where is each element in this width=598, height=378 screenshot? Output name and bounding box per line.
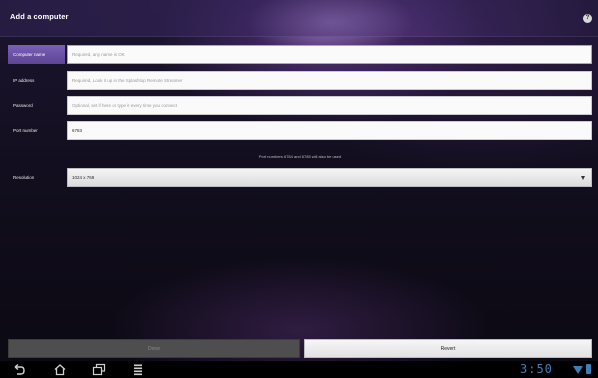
password-label: Password <box>13 103 33 108</box>
page-title: Add a computer <box>10 12 69 21</box>
computer-name-row: Computer name Required, any name is OK <box>8 45 592 64</box>
resolution-value: 1024 x 768 <box>72 175 95 180</box>
battery-icon <box>586 364 591 374</box>
home-icon[interactable] <box>53 363 67 376</box>
ip-address-row: IP address Required, Look it up in the S… <box>8 71 592 90</box>
back-arrow-icon[interactable] <box>12 363 26 376</box>
port-number-input[interactable]: 6783 <box>67 121 592 140</box>
resolution-select[interactable]: 1024 x 768 <box>67 168 592 187</box>
status-clock: 3:50 <box>520 362 553 376</box>
recent-apps-icon[interactable] <box>92 363 106 376</box>
question-circle-icon[interactable]: ? <box>583 14 592 23</box>
header-bar: Add a computer ? <box>0 0 598 37</box>
resolution-label: Resolution <box>13 175 35 180</box>
port-number-row: Port number 6783 <box>8 121 592 140</box>
ip-address-input[interactable]: Required, Look it up in the Splashtop Re… <box>67 71 592 90</box>
password-row: Password Optional, set if here or type i… <box>8 96 592 115</box>
app-screen: Add a computer ? Computer name Required,… <box>0 0 598 378</box>
ip-address-label: IP address <box>13 78 35 83</box>
port-number-label: Port number <box>13 128 38 133</box>
dropdown-arrow-icon <box>581 176 585 180</box>
menu-icon[interactable] <box>131 363 145 376</box>
done-button[interactable]: Done <box>8 339 300 358</box>
system-nav-bar: 3:50 <box>0 361 598 378</box>
password-input[interactable]: Optional, set if here or type it every t… <box>67 96 592 115</box>
wifi-signal-icon <box>573 366 583 374</box>
resolution-row: Resolution 1024 x 768 <box>8 168 592 187</box>
computer-name-label: Computer name <box>8 45 65 64</box>
revert-button[interactable]: Revert <box>304 339 592 358</box>
computer-name-input[interactable]: Required, any name is OK <box>67 45 592 64</box>
port-hint-text: Port numbers 6784 and 6785 will also be … <box>258 154 342 159</box>
